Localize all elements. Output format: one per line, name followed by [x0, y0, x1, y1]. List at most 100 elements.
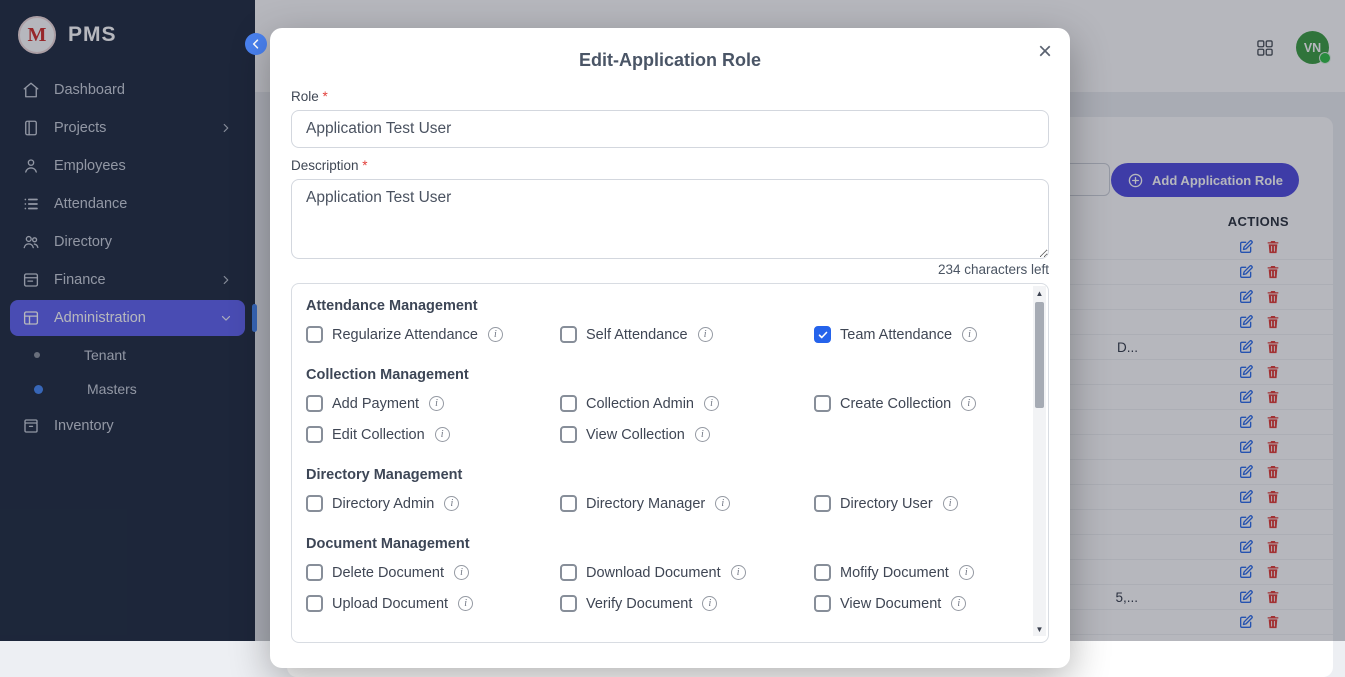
- checkbox[interactable]: [560, 395, 577, 412]
- permission-checkbox-row[interactable]: Mofify Document i: [814, 564, 1012, 581]
- scroll-down-arrow-icon[interactable]: ▼: [1036, 622, 1044, 636]
- permission-group-title: Directory Management: [306, 467, 1012, 483]
- chevron-left-icon: [249, 37, 263, 51]
- permission-grid: Regularize AttendanceiSelf AttendanceiTe…: [306, 326, 1012, 343]
- permission-checkbox-row[interactable]: Create Collection i: [814, 395, 1012, 412]
- info-icon[interactable]: i: [961, 396, 976, 411]
- checkbox[interactable]: [560, 564, 577, 581]
- scroll-up-arrow-icon[interactable]: ▲: [1036, 286, 1044, 300]
- permission-checkbox-row[interactable]: View Document i: [814, 595, 1012, 612]
- permission-group-title: Document Management: [306, 536, 1012, 552]
- permission-checkbox-row[interactable]: Upload Document i: [306, 595, 554, 612]
- permission-label: Directory Admin: [332, 496, 434, 512]
- sidebar-collapse-button[interactable]: [245, 33, 267, 55]
- checkbox[interactable]: [306, 495, 323, 512]
- permission-checkbox-row[interactable]: Edit Collection i: [306, 426, 554, 443]
- permission-group: Document ManagementDelete DocumentiDownl…: [306, 536, 1012, 612]
- permission-group-title: Attendance Management: [306, 298, 1012, 314]
- info-icon[interactable]: i: [731, 565, 746, 580]
- info-icon[interactable]: i: [435, 427, 450, 442]
- modal-title: Edit-Application Role: [270, 28, 1070, 71]
- info-icon[interactable]: i: [951, 596, 966, 611]
- permission-group: Directory ManagementDirectory AdminiDire…: [306, 467, 1012, 512]
- permission-label: Delete Document: [332, 565, 444, 581]
- description-label: Description *: [291, 158, 1049, 173]
- info-icon[interactable]: i: [458, 596, 473, 611]
- permission-checkbox-row[interactable]: View Collection i: [560, 426, 808, 443]
- checkbox[interactable]: [814, 495, 831, 512]
- checkbox[interactable]: [560, 495, 577, 512]
- checkbox[interactable]: [560, 595, 577, 612]
- info-icon[interactable]: i: [695, 427, 710, 442]
- permission-checkbox-row[interactable]: Regularize Attendance i: [306, 326, 554, 343]
- permission-checkbox-row[interactable]: Team Attendance i: [814, 326, 1012, 343]
- description-textarea[interactable]: Application Test User: [291, 179, 1049, 259]
- permission-label: Upload Document: [332, 596, 448, 612]
- checkbox[interactable]: [306, 326, 323, 343]
- permission-checkbox-row[interactable]: Add Payment i: [306, 395, 554, 412]
- scrollbar[interactable]: ▲ ▼: [1033, 286, 1046, 636]
- permission-checkbox-row[interactable]: Collection Admin i: [560, 395, 808, 412]
- role-label-text: Role: [291, 89, 319, 104]
- checkbox[interactable]: [560, 426, 577, 443]
- info-icon[interactable]: i: [698, 327, 713, 342]
- permission-checkbox-row[interactable]: Directory Admin i: [306, 495, 554, 512]
- permission-group-title: Collection Management: [306, 367, 1012, 383]
- permission-label: Mofify Document: [840, 565, 949, 581]
- checkbox[interactable]: [306, 595, 323, 612]
- info-icon[interactable]: i: [959, 565, 974, 580]
- permission-label: Regularize Attendance: [332, 327, 478, 343]
- permission-group: Collection ManagementAdd PaymentiCollect…: [306, 367, 1012, 443]
- permission-checkbox-row[interactable]: Self Attendancei: [560, 326, 808, 343]
- permission-label: Collection Admin: [586, 396, 694, 412]
- permission-group: Attendance Management Regularize Attendan…: [306, 298, 1012, 343]
- permission-label: Directory User: [840, 496, 933, 512]
- permission-grid: Add PaymentiCollection AdminiCreate Coll…: [306, 395, 1012, 443]
- description-label-text: Description: [291, 158, 359, 173]
- permission-label: Download Document: [586, 565, 721, 581]
- permission-grid: Delete DocumentiDownload DocumentiMofify…: [306, 564, 1012, 612]
- info-icon[interactable]: i: [702, 596, 717, 611]
- close-icon[interactable]: ×: [1034, 36, 1056, 68]
- info-icon[interactable]: i: [444, 496, 459, 511]
- info-icon[interactable]: i: [454, 565, 469, 580]
- info-icon[interactable]: i: [488, 327, 503, 342]
- permission-label: Add Payment: [332, 396, 419, 412]
- info-icon[interactable]: i: [715, 496, 730, 511]
- permission-label: Verify Document: [586, 596, 692, 612]
- info-icon[interactable]: i: [943, 496, 958, 511]
- checkbox[interactable]: [560, 326, 577, 343]
- checkbox[interactable]: [306, 564, 323, 581]
- info-icon[interactable]: i: [704, 396, 719, 411]
- characters-left-counter: 234 characters left: [291, 262, 1049, 277]
- checkbox[interactable]: [306, 395, 323, 412]
- permission-label: Directory Manager: [586, 496, 705, 512]
- permission-checkbox-row[interactable]: Verify Document i: [560, 595, 808, 612]
- role-input[interactable]: [291, 110, 1049, 148]
- permission-checkbox-row[interactable]: Download Document i: [560, 564, 808, 581]
- checkbox[interactable]: [814, 395, 831, 412]
- checkbox[interactable]: [814, 564, 831, 581]
- scrollbar-thumb[interactable]: [1035, 302, 1044, 408]
- permission-label: Create Collection: [840, 396, 951, 412]
- checkbox[interactable]: [306, 426, 323, 443]
- permission-label: Team Attendance: [840, 327, 952, 343]
- required-asterisk: *: [362, 158, 367, 173]
- checkbox[interactable]: [814, 326, 831, 343]
- permissions-panel: Attendance Management Regularize Attendan…: [291, 283, 1049, 643]
- permission-checkbox-row[interactable]: Delete Document i: [306, 564, 554, 581]
- permission-groups: Attendance Management Regularize Attendan…: [292, 284, 1048, 643]
- modal-body: Role * Description * Application Test Us…: [270, 71, 1070, 643]
- edit-application-role-modal: × Edit-Application Role Role * Descripti…: [270, 28, 1070, 668]
- permission-label: View Document: [840, 596, 941, 612]
- required-asterisk: *: [323, 89, 328, 104]
- permission-grid: Directory AdminiDirectory ManageriDirect…: [306, 495, 1012, 512]
- permission-label: Edit Collection: [332, 427, 425, 443]
- checkbox[interactable]: [814, 595, 831, 612]
- info-icon[interactable]: i: [429, 396, 444, 411]
- permission-checkbox-row[interactable]: Directory Manager i: [560, 495, 808, 512]
- permission-label: View Collection: [586, 427, 685, 443]
- permission-checkbox-row[interactable]: Directory User i: [814, 495, 1012, 512]
- info-icon[interactable]: i: [962, 327, 977, 342]
- role-label: Role *: [291, 89, 1049, 104]
